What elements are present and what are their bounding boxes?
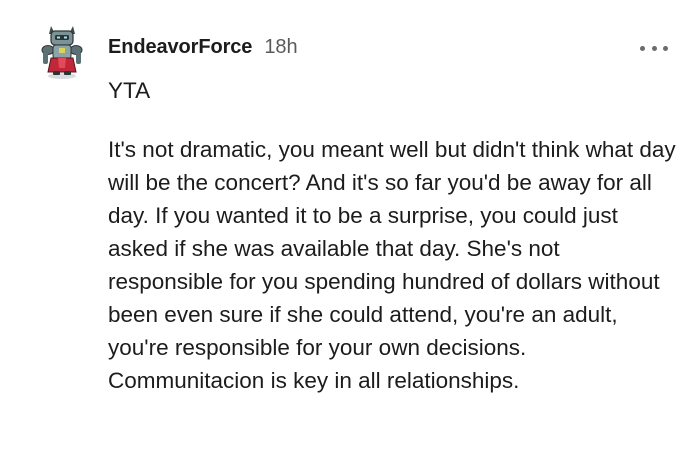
more-options-icon bbox=[640, 45, 645, 51]
user-avatar[interactable] bbox=[38, 22, 86, 82]
comment-body: YTA It's not dramatic, you meant well bu… bbox=[108, 74, 678, 397]
more-options-button[interactable] bbox=[640, 40, 668, 56]
comment-timestamp: 18h bbox=[264, 36, 298, 58]
comment-header: EndeavorForce 18h bbox=[108, 36, 298, 59]
username[interactable]: EndeavorForce bbox=[108, 36, 252, 59]
comment: EndeavorForce 18h YTA It's not dramatic,… bbox=[0, 0, 700, 472]
comment-text: It's not dramatic, you meant well but di… bbox=[108, 137, 676, 393]
robot-knight-avatar-icon bbox=[41, 26, 83, 79]
comment-verdict: YTA bbox=[108, 78, 151, 103]
